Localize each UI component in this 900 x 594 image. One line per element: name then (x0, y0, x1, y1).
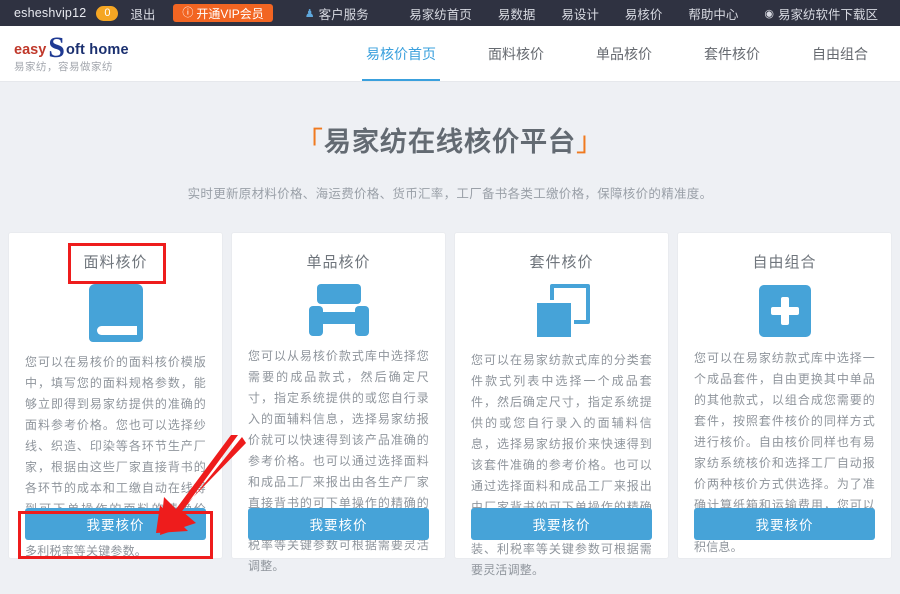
bracket-open-icon: 「 (296, 127, 324, 158)
armchair-icon (308, 284, 369, 336)
page-title: 「易家纺在线核价平台」 (278, 120, 622, 159)
start-pricing-button[interactable]: 我要核价 (25, 508, 206, 540)
nav-item-set-pricing[interactable]: 套件核价 (678, 26, 786, 81)
book-icon (88, 284, 143, 342)
username-label: esheshvip12 (14, 6, 87, 20)
start-pricing-button[interactable]: 我要核价 (471, 508, 652, 540)
nav-item-pricing-home[interactable]: 易核价首页 (340, 26, 462, 81)
clock-icon: ⓘ (182, 6, 194, 19)
card-title: 自由组合 (752, 254, 817, 271)
topnav-item-download[interactable]: ◉ 易家纺软件下载区 (764, 4, 878, 23)
start-pricing-button[interactable]: 我要核价 (694, 508, 875, 540)
bracket-close-icon: 」 (576, 127, 604, 158)
logo-text-column: easy S oft home 易家纺，容易做家纺 (14, 30, 129, 75)
logo-wordmark: easy S oft home (14, 30, 129, 64)
logo-s-glyph-icon: S (48, 30, 65, 64)
site-logo[interactable]: easy S oft home 易家纺，容易做家纺 (0, 30, 129, 75)
topnav-item-home[interactable]: 易家纺首页 (409, 4, 472, 23)
customer-service-label: 客户服务 (318, 7, 369, 22)
card-description: 您可以在易家纺款式库的分类套件款式列表中选择一个成品套件，然后确定尺寸，指定系统… (471, 353, 652, 577)
topnav-item-pricing[interactable]: 易核价 (625, 4, 663, 23)
site-header: easy S oft home 易家纺，容易做家纺 易核价首页 面料核价 单品核… (0, 26, 900, 82)
feature-card-list: 面料核价 您可以在易核价的面料核价模版中，填写您的面料规格参数，能够立即得到易家… (8, 232, 892, 577)
download-icon: ◉ (764, 7, 774, 20)
user-icon: ♟ (304, 7, 315, 20)
layers-icon (533, 284, 590, 340)
card-set-pricing[interactable]: 套件核价 您可以在易家纺款式库的分类套件款式列表中选择一个成品套件，然后确定尺寸… (454, 232, 669, 577)
nav-item-free-combination[interactable]: 自由组合 (786, 26, 894, 81)
open-vip-label: 开通VIP会员 (196, 6, 264, 21)
topnav-item-help[interactable]: 帮助中心 (688, 4, 738, 23)
card-single-item-pricing[interactable]: 单品核价 您可以从易核价款式库中选择您需要的成品款式，然后确定尺寸，指定系统提供… (231, 232, 446, 573)
hero-section: 「易家纺在线核价平台」 实时更新原材料价格、海运费价格、货币汇率，工厂备书各类工… (0, 82, 900, 202)
topnav-item-design[interactable]: 易设计 (561, 4, 599, 23)
page-subtitle: 实时更新原材料价格、海运费价格、货币汇率，工厂备书各类工缴价格，保障核价的精准度… (187, 187, 713, 201)
card-description: 您可以从易核价款式库中选择您需要的成品款式，然后确定尺寸，指定系统提供的或您自行… (248, 349, 429, 573)
card-title: 单品核价 (306, 254, 371, 271)
nav-item-single-item-pricing[interactable]: 单品核价 (570, 26, 678, 81)
card-title: 面料核价 (83, 254, 148, 271)
page-title-text: 易家纺在线核价平台 (324, 127, 576, 157)
logo-softhome-text: oft home (65, 41, 129, 58)
message-count-badge[interactable]: 0 (96, 5, 119, 21)
card-fabric-pricing[interactable]: 面料核价 您可以在易核价的面料核价模版中，填写您的面料规格参数，能够立即得到易家… (8, 232, 223, 559)
card-title: 套件核价 (529, 254, 594, 271)
open-vip-button[interactable]: ⓘ 开通VIP会员 (173, 4, 273, 22)
plus-icon (758, 284, 811, 338)
topbar-nav-group: 易家纺首页 易数据 易设计 易核价 帮助中心 ◉ 易家纺软件下载区 (409, 4, 886, 23)
top-utility-bar: esheshvip12 0 退出 ⓘ 开通VIP会员 ♟ 客户服务 易家纺首页 … (0, 0, 900, 26)
logout-link[interactable]: 退出 (130, 4, 155, 23)
logo-easy-text: easy (14, 41, 47, 58)
start-pricing-button[interactable]: 我要核价 (248, 508, 429, 540)
main-navigation: 易核价首页 面料核价 单品核价 套件核价 自由组合 (340, 26, 900, 81)
topnav-item-data[interactable]: 易数据 (498, 4, 536, 23)
card-free-combination[interactable]: 自由组合 您可以在易家纺款式库中选择一个成品套件，自由更换其中单品的其他款式，以… (677, 232, 892, 559)
logo-slogan: 易家纺，容易做家纺 (14, 61, 113, 74)
topnav-download-label: 易家纺软件下载区 (777, 7, 878, 22)
topbar-left-group: esheshvip12 0 退出 ⓘ 开通VIP会员 ♟ 客户服务 (14, 4, 369, 23)
customer-service-link[interactable]: ♟ 客户服务 (305, 4, 369, 23)
nav-item-fabric-pricing[interactable]: 面料核价 (462, 26, 570, 81)
